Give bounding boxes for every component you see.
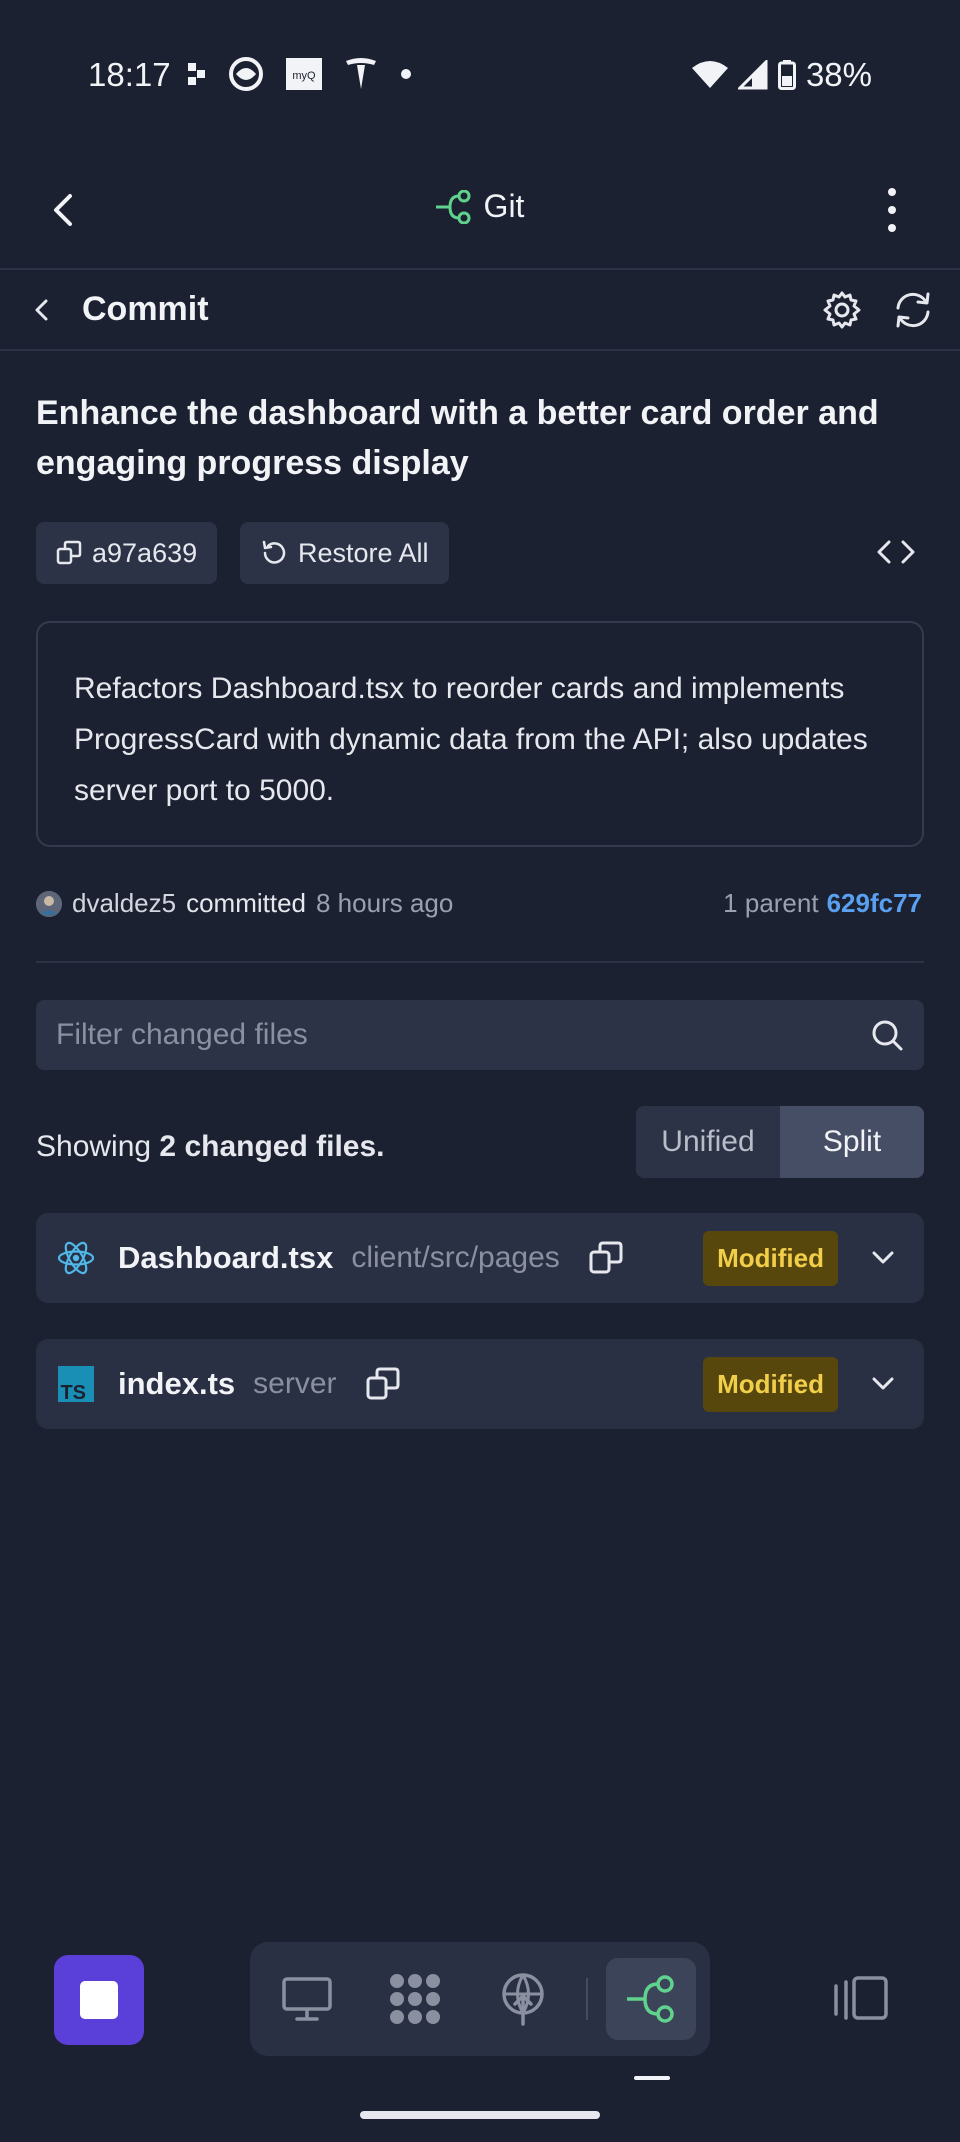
copy-hash-button[interactable]: a97a639 (36, 522, 218, 584)
dot-icon (401, 69, 411, 79)
git-icon (627, 1975, 674, 2023)
panel-toggle-icon (834, 1976, 888, 2020)
section-divider (0, 349, 960, 351)
commit-heading: Enhance the dashboard with a better card… (36, 394, 879, 482)
status-time: 18:17 (88, 56, 171, 93)
stop-icon (80, 1981, 118, 2019)
cell-signal-icon (737, 60, 768, 90)
nav-apps[interactable] (372, 1958, 458, 2040)
commit-message-box: Refactors Dashboard.tsx to reorder cards… (36, 621, 924, 847)
side-panel-toggle[interactable] (832, 1974, 890, 2022)
diff-view-toggle: Unified Split (636, 1106, 924, 1178)
file-name: index.ts (118, 1366, 236, 1401)
status-notification-icons: myQ (188, 56, 412, 92)
stop-button[interactable] (54, 1955, 144, 2045)
author-link[interactable]: dvaldez5 (72, 888, 176, 919)
nav-network[interactable] (480, 1958, 566, 2040)
commit-hash: a97a639 (92, 537, 198, 568)
meta-divider (36, 961, 924, 963)
app-title: Git (0, 188, 960, 225)
file-name: Dashboard.tsx (118, 1240, 334, 1275)
summary-count: 2 changed files. (159, 1130, 385, 1163)
file-path: server (253, 1367, 337, 1400)
user-avatar-icon (36, 890, 62, 917)
pinwheel-app-icon (229, 57, 263, 91)
settings-button[interactable] (820, 288, 864, 332)
battery-icon (777, 60, 796, 90)
copy-path-icon[interactable] (365, 1366, 401, 1402)
avatar (36, 890, 62, 917)
restore-icon (262, 540, 286, 564)
committed-label: committed (186, 888, 306, 918)
nav-desktop[interactable] (264, 1958, 350, 2040)
svg-text:myQ: myQ (292, 70, 316, 82)
wifi-icon (691, 61, 728, 88)
file-path: client/src/pages (351, 1241, 560, 1274)
svg-text:TS: TS (60, 1382, 86, 1404)
more-options-button[interactable] (872, 186, 912, 234)
tesla-app-icon (346, 58, 376, 89)
network-icon (502, 1973, 544, 2026)
status-badge: Modified (703, 1356, 838, 1412)
copy-path-icon[interactable] (588, 1240, 624, 1276)
parent-info: 1 parent 629fc77 (723, 888, 922, 919)
chevron-down-icon[interactable] (868, 1243, 898, 1273)
unified-view-button[interactable]: Unified (636, 1106, 780, 1178)
apps-grid-icon (390, 1974, 440, 2024)
react-icon (57, 1241, 95, 1275)
nav-git[interactable] (606, 1958, 696, 2040)
changed-files-summary: Showing 2 changed files. (36, 1130, 385, 1164)
parent-hash-link[interactable]: 629fc77 (827, 888, 922, 919)
search-icon[interactable] (870, 1018, 904, 1052)
git-icon (435, 189, 471, 224)
nav-separator (586, 1978, 588, 2020)
home-gesture-bar[interactable] (360, 2111, 600, 2119)
myq-app-icon: myQ (286, 58, 322, 90)
active-tab-indicator (634, 2076, 670, 2080)
battery-percent: 38% (805, 56, 872, 93)
status-system-icons: 38% (691, 56, 872, 94)
copy-icon (56, 540, 82, 565)
gear-icon (823, 291, 861, 329)
commit-meta: dvaldez5 committed 8 hours ago (36, 888, 453, 919)
changed-file-row[interactable]: Dashboard.tsx client/src/pages Modified (36, 1213, 924, 1303)
desktop-icon (282, 1977, 332, 2021)
code-icon (877, 540, 915, 564)
typescript-icon: TS (58, 1366, 94, 1404)
filter-box (36, 1000, 924, 1070)
commit-time: 8 hours ago (316, 888, 454, 918)
bottom-nav (250, 1942, 710, 2056)
more-vert-icon (888, 188, 896, 232)
changed-file-row[interactable]: TS index.ts server Modified (36, 1339, 924, 1429)
app-title-label: Git (483, 188, 525, 224)
restore-all-label: Restore All (298, 537, 429, 568)
commit-message: Refactors Dashboard.tsx to reorder cards… (74, 672, 868, 807)
header-divider (0, 268, 960, 270)
commit-back-button[interactable] (28, 293, 56, 327)
status-badge: Modified (703, 1230, 838, 1286)
view-code-button[interactable] (874, 534, 918, 570)
restore-all-button[interactable]: Restore All (240, 522, 449, 584)
refresh-icon (896, 292, 930, 328)
chevron-left-icon (35, 299, 48, 321)
filter-changed-files-input[interactable] (56, 1018, 870, 1052)
summary-prefix: Showing (36, 1130, 152, 1163)
section-title: Commit (82, 290, 209, 328)
notification-dots-icon (188, 63, 205, 85)
refresh-button[interactable] (890, 288, 936, 332)
chevron-down-icon[interactable] (868, 1369, 898, 1399)
parent-label: 1 parent (723, 888, 819, 918)
split-view-button[interactable]: Split (780, 1106, 924, 1178)
